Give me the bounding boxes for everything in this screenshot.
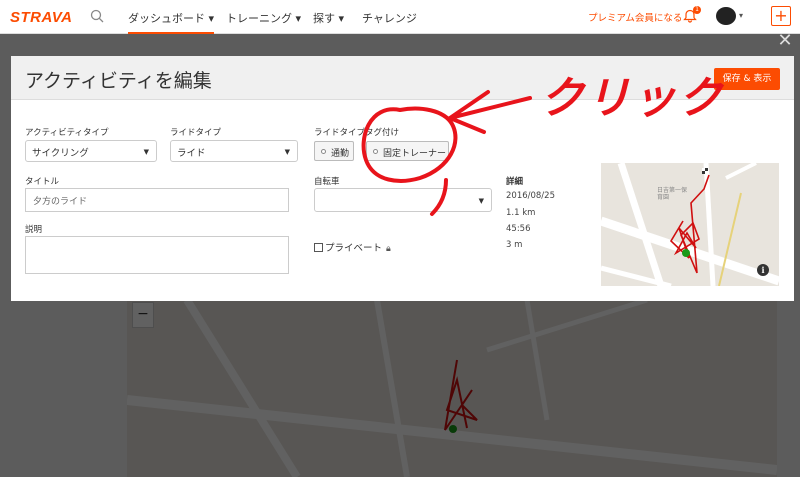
private-label: プライベート	[325, 243, 383, 254]
lock-icon: 🔒︎	[386, 244, 391, 254]
ride-tags-label: ライドタイプタグ付け	[314, 128, 400, 138]
activity-type-select[interactable]: サイクリング ▼	[25, 140, 157, 162]
search-icon[interactable]	[90, 9, 104, 23]
caret-down-icon: ▼	[284, 148, 290, 156]
tag-trainer-label: 固定トレーナー	[383, 149, 447, 159]
add-activity-button[interactable]: +	[771, 6, 791, 26]
avatar[interactable]	[716, 7, 736, 25]
chevron-down-icon[interactable]: ▾	[739, 11, 743, 20]
tag-commute-toggle[interactable]: 通勤	[314, 141, 354, 161]
activity-type-label: アクティビティタイプ	[25, 128, 109, 138]
radio-dot-icon	[321, 149, 326, 154]
details-time: 45:56	[506, 224, 531, 234]
nav-explore[interactable]: 探す ▾	[313, 10, 344, 26]
tag-commute-label: 通勤	[331, 149, 350, 159]
top-navbar: STRAVA ダッシュボード ▾ トレーニング ▾ 探す ▾ チャレンジ プレミ…	[0, 0, 800, 34]
title-input[interactable]	[25, 188, 289, 212]
nav-dashboard[interactable]: ダッシュボード ▾	[128, 10, 215, 34]
map-route-graphic	[601, 163, 779, 286]
bike-label: 自転車	[314, 177, 340, 187]
info-icon[interactable]: i	[757, 264, 769, 276]
radio-dot-icon	[373, 149, 378, 154]
activity-type-value: サイクリング	[32, 148, 89, 159]
strava-logo[interactable]: STRAVA	[10, 9, 72, 26]
private-checkbox[interactable]	[314, 243, 323, 252]
details-date: 2016/08/25	[506, 191, 555, 201]
bike-select[interactable]: ▼	[314, 188, 492, 212]
notification-badge: 1	[693, 6, 701, 14]
ride-type-select[interactable]: ライド ▼	[170, 140, 298, 162]
click-annotation-text: クリック	[540, 73, 724, 124]
ride-type-label: ライドタイプ	[170, 128, 222, 138]
tag-trainer-toggle[interactable]: 固定トレーナー	[366, 141, 449, 161]
details-elevation: 3 m	[506, 240, 523, 250]
details-distance: 1.1 km	[506, 208, 536, 218]
nav-challenge[interactable]: チャレンジ	[362, 10, 417, 26]
premium-link[interactable]: プレミアム会員になる	[588, 10, 682, 24]
description-textarea[interactable]	[25, 236, 289, 274]
map-place-label: 日吉第一保育園	[657, 187, 688, 201]
activity-mini-map[interactable]: 日吉第一保育園 i	[601, 163, 779, 286]
ride-type-value: ライド	[177, 148, 206, 159]
private-checkbox-row[interactable]: プライベート 🔒︎	[314, 240, 391, 254]
close-icon[interactable]: ✕	[776, 32, 794, 50]
description-label: 説明	[25, 225, 43, 235]
nav-training[interactable]: トレーニング ▾	[226, 10, 301, 26]
details-label: 詳細	[506, 177, 524, 187]
modal-title: アクティビティを編集	[25, 70, 212, 92]
caret-down-icon: ▼	[143, 148, 149, 156]
title-label: タイトル	[25, 177, 60, 187]
caret-down-icon: ▼	[478, 197, 484, 205]
